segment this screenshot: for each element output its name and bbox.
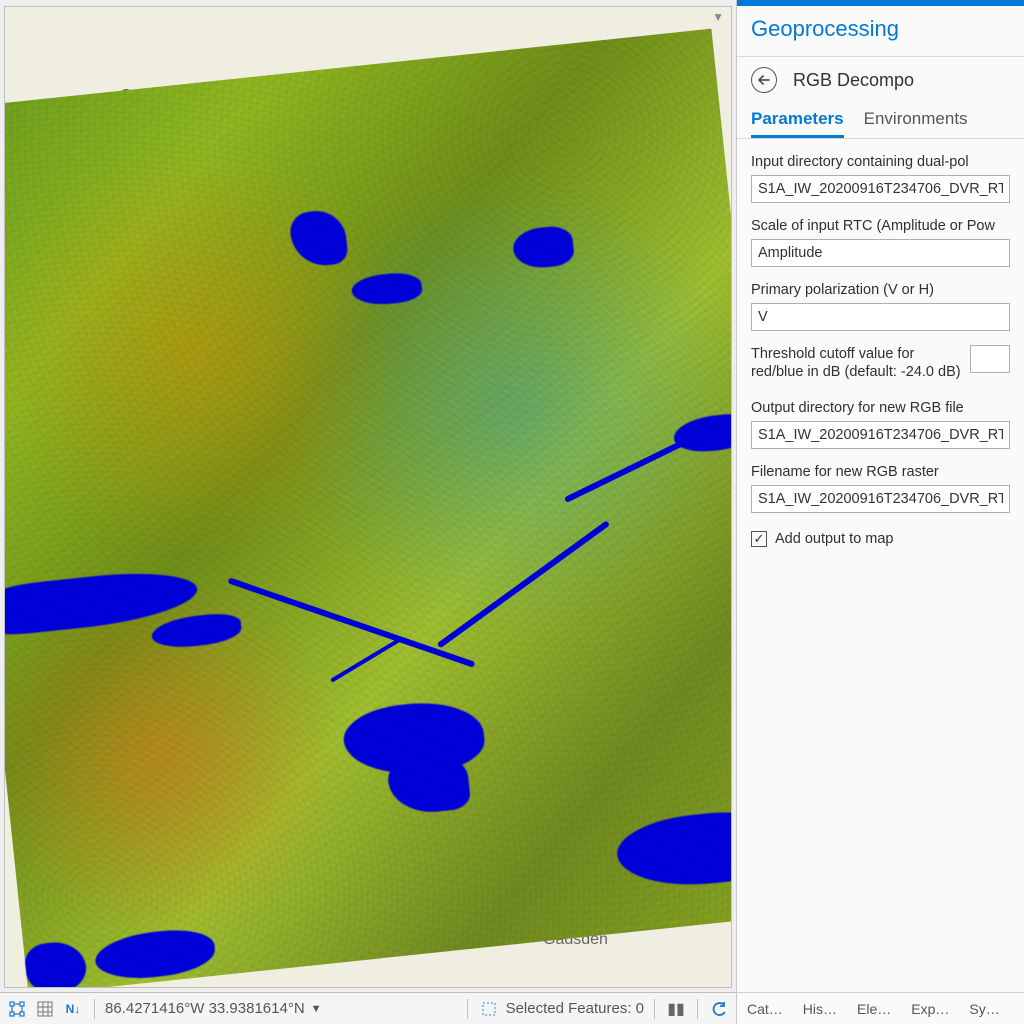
snapping-icon[interactable] xyxy=(6,998,28,1020)
output-dir-label: Output directory for new RGB file xyxy=(751,399,1010,418)
chevron-down-icon[interactable]: ▼ xyxy=(311,1003,322,1015)
status-bar: N↓ 86.4271416°W 33.9381614°N ▼ Selected … xyxy=(0,992,736,1024)
selected-features-text: Selected Features: 0 xyxy=(506,1000,644,1017)
grid-icon[interactable] xyxy=(34,998,56,1020)
add-to-map-checkbox[interactable]: ✓ xyxy=(751,531,767,547)
geoprocessing-panel: Geoprocessing RGB Decompo Parameters Env… xyxy=(736,0,1024,1024)
view-dropdown-caret[interactable]: ▼ xyxy=(712,10,724,24)
coordinate-display[interactable]: 86.4271416°W 33.9381614°N ▼ xyxy=(105,1000,322,1017)
parameters-form: Input directory containing dual-pol Scal… xyxy=(737,139,1024,561)
primary-pol-label: Primary polarization (V or H) xyxy=(751,281,1010,300)
pause-icon[interactable]: ▮▮ xyxy=(665,998,687,1020)
input-dir-field[interactable] xyxy=(751,175,1010,203)
separator xyxy=(654,999,655,1019)
panel-title: Geoprocessing xyxy=(737,6,1024,57)
tab-environments[interactable]: Environments xyxy=(864,103,968,138)
selection-icon[interactable] xyxy=(478,998,500,1020)
footer-tab-elements[interactable]: Ele… xyxy=(847,1001,901,1017)
footer-tab-symbology[interactable]: Sy… xyxy=(959,1001,1009,1017)
tool-tabs: Parameters Environments xyxy=(737,103,1024,139)
threshold-field[interactable] xyxy=(970,345,1010,373)
scale-label: Scale of input RTC (Amplitude or Pow xyxy=(751,217,1010,236)
sar-raster-layer[interactable] xyxy=(4,29,732,988)
map-viewport[interactable]: Columbia McMinnville Gadsden 703 xyxy=(4,6,732,988)
footer-tab-catalog[interactable]: Cat… xyxy=(737,1001,793,1017)
filename-label: Filename for new RGB raster xyxy=(751,463,1010,482)
footer-tab-history[interactable]: His… xyxy=(793,1001,847,1017)
dynamic-constraints-icon[interactable]: N↓ xyxy=(62,998,84,1020)
coordinate-text: 86.4271416°W 33.9381614°N xyxy=(105,1000,305,1017)
back-button[interactable] xyxy=(751,67,777,93)
tool-title: RGB Decompo xyxy=(793,70,914,91)
input-dir-label: Input directory containing dual-pol xyxy=(751,153,1010,172)
primary-pol-field[interactable] xyxy=(751,303,1010,331)
scale-field[interactable] xyxy=(751,239,1010,267)
footer-tab-export[interactable]: Exp… xyxy=(901,1001,959,1017)
panel-footer-tabs: Cat… His… Ele… Exp… Sy… xyxy=(737,992,1024,1024)
threshold-label: Threshold cutoff value for red/blue in d… xyxy=(751,345,962,383)
output-dir-field[interactable] xyxy=(751,421,1010,449)
separator xyxy=(94,999,95,1019)
add-to-map-label: Add output to map xyxy=(775,531,894,547)
separator xyxy=(467,999,468,1019)
filename-field[interactable] xyxy=(751,485,1010,513)
separator xyxy=(697,999,698,1019)
tab-parameters[interactable]: Parameters xyxy=(751,103,844,138)
refresh-icon[interactable] xyxy=(708,998,730,1020)
